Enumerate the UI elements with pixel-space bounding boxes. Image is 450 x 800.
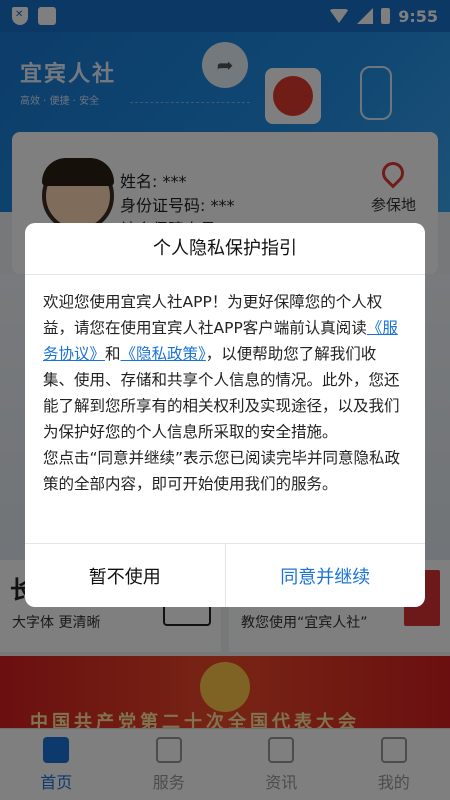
dialog-body: 欢迎您使用宜宾人社APP！为更好保障您的个人权益，请您在使用宜宾人社APP客户端… (25, 275, 425, 543)
dialog-consent-text: 您点击“同意并继续”表示您已阅读完毕并同意隐私政策的全部内容，即可开始使用我们的… (43, 449, 401, 493)
decline-button[interactable]: 暂不使用 (25, 544, 226, 607)
privacy-policy-link[interactable]: 《隐私政策》 (121, 345, 206, 363)
dialog-text: 欢迎您使用宜宾人社APP！为更好保障您的个人权益，请您在使用宜宾人社APP客户端… (43, 293, 383, 337)
agree-continue-button[interactable]: 同意并继续 (226, 544, 426, 607)
dialog-footer: 暂不使用 同意并继续 (25, 543, 425, 607)
privacy-dialog: 个人隐私保护指引 欢迎您使用宜宾人社APP！为更好保障您的个人权益，请您在使用宜… (25, 223, 425, 607)
dialog-text-and: 和 (105, 345, 121, 363)
dialog-title: 个人隐私保护指引 (25, 223, 425, 275)
